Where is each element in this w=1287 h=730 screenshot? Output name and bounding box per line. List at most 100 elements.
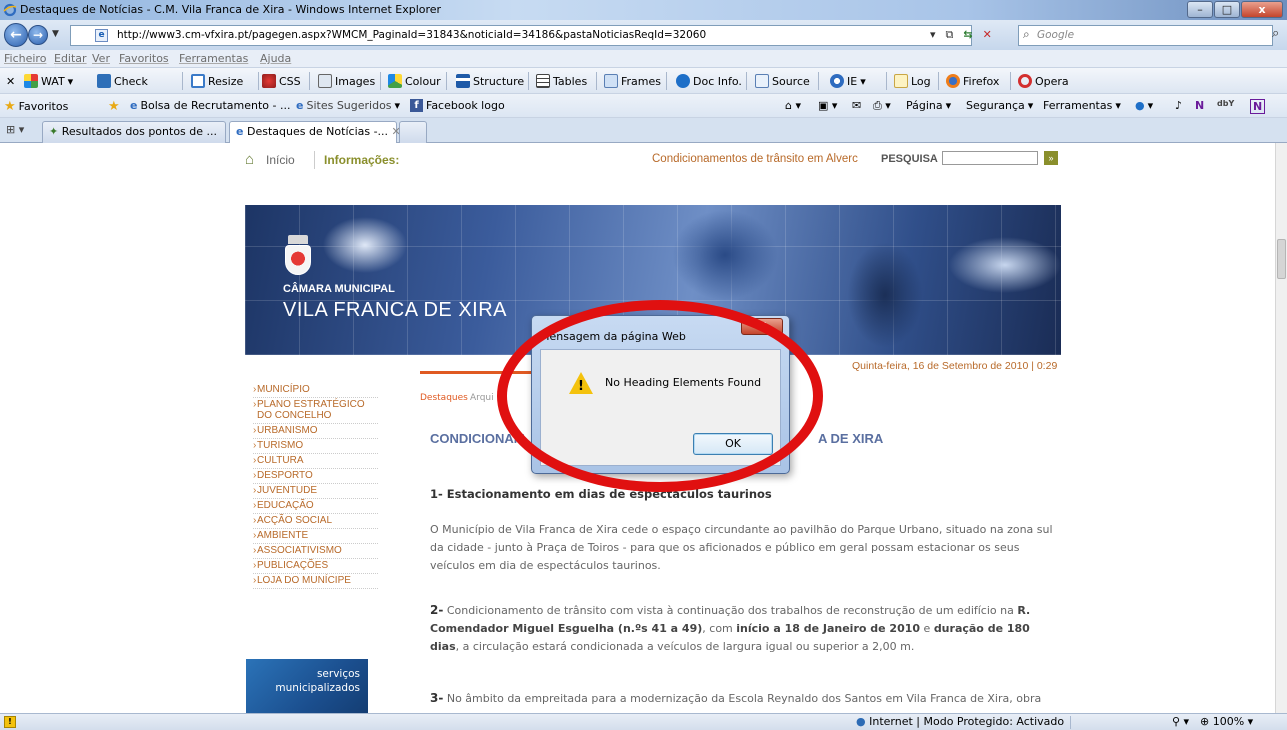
- opera-button[interactable]: Opera: [1018, 73, 1069, 89]
- wat-toolbar-close-icon[interactable]: ✕: [6, 73, 15, 89]
- address-bar[interactable]: e http://www3.cm-vfxira.pt/pagegen.aspx?…: [70, 25, 972, 46]
- favorite-link-bolsa[interactable]: e Bolsa de Recrutamento - ...: [130, 99, 290, 112]
- current-date: Quinta-feira, 16 de Setembro de 2010 | 0…: [852, 360, 1058, 372]
- addon-icon[interactable]: ♪: [1175, 99, 1182, 112]
- tab-destaques-content[interactable]: Destaques: [420, 393, 468, 403]
- vertical-scrollbar[interactable]: [1275, 143, 1287, 713]
- compatibility-view-icon[interactable]: ⧉: [946, 28, 954, 42]
- site-search-input[interactable]: [942, 151, 1038, 165]
- favorites-button[interactable]: ★ Favoritos: [4, 99, 68, 114]
- tables-icon: [536, 74, 550, 88]
- search-icon[interactable]: ⌕: [1272, 26, 1279, 41]
- recent-pages-dropdown[interactable]: ▼: [52, 29, 59, 39]
- back-button[interactable]: ←: [4, 23, 28, 47]
- refresh-icon[interactable]: ⇆: [963, 28, 972, 42]
- maximize-button[interactable]: □: [1214, 1, 1240, 18]
- home-icon[interactable]: ⌂: [245, 151, 254, 168]
- firefox-button[interactable]: Firefox: [946, 73, 999, 89]
- nav-item-plano-estrategico[interactable]: PLANO ESTRATÉGICO DO CONCELHO: [253, 398, 378, 424]
- dialog-close-button[interactable]: X: [741, 318, 783, 335]
- nav-item-ambiente[interactable]: AMBIENTE: [253, 529, 378, 544]
- resize-button[interactable]: Resize: [191, 73, 243, 89]
- favorites-bar: ★ Favoritos ★ e Bolsa de Recrutamento - …: [0, 94, 1287, 118]
- add-favorite-icon[interactable]: ★: [108, 99, 120, 114]
- favorite-link-sites-sugeridos[interactable]: e Sites Sugeridos ▾: [296, 99, 400, 112]
- home-command-icon[interactable]: ⌂ ▾: [785, 99, 801, 112]
- menu-editar[interactable]: Editar: [54, 52, 87, 65]
- tab-destaques[interactable]: e Destaques de Notícias -... ✕: [229, 121, 401, 144]
- tables-button[interactable]: Tables: [536, 73, 587, 89]
- news-ticker[interactable]: Condicionamentos de trânsito em Alverc: [652, 153, 858, 165]
- nav-item-desporto[interactable]: DESPORTO: [253, 469, 378, 484]
- feeds-icon[interactable]: ▣ ▾: [818, 99, 837, 112]
- menu-ferramentas[interactable]: Ferramentas: [179, 52, 248, 65]
- css-icon: [262, 74, 276, 88]
- tab-resultados[interactable]: ✦ Resultados dos pontos de ...: [42, 121, 226, 143]
- tab-arquivo-content[interactable]: Arqui: [470, 393, 494, 403]
- menu-ver[interactable]: Ver: [92, 52, 110, 65]
- forward-button[interactable]: →: [28, 25, 48, 45]
- colour-button[interactable]: Colour: [388, 73, 441, 89]
- nav-item-turismo[interactable]: TURISMO: [253, 439, 378, 454]
- web-page: ⌂ Início Informações: Condicionamentos d…: [0, 143, 1275, 713]
- source-button[interactable]: Source: [755, 73, 810, 89]
- stop-icon[interactable]: ✕: [983, 28, 992, 42]
- addon-dby-icon[interactable]: dbY: [1217, 99, 1234, 108]
- source-icon: [755, 74, 769, 88]
- address-dropdown-icon[interactable]: ▾: [930, 28, 936, 42]
- nav-item-educacao[interactable]: EDUCAÇÃO: [253, 499, 378, 514]
- addon-n2-icon[interactable]: N: [1250, 99, 1266, 114]
- nav-item-municipio[interactable]: MUNICÍPIO: [253, 383, 378, 398]
- ie-button[interactable]: IE ▾: [830, 73, 866, 89]
- frames-button[interactable]: Frames: [604, 73, 661, 89]
- check-button[interactable]: Check: [97, 73, 148, 89]
- help-icon[interactable]: ● ▾: [1135, 99, 1153, 112]
- images-button[interactable]: Images: [318, 73, 375, 89]
- addon-n-icon[interactable]: N: [1195, 99, 1204, 112]
- zoom-level[interactable]: ⊕ 100% ▾: [1200, 715, 1253, 728]
- nav-item-urbanismo[interactable]: URBANISMO: [253, 424, 378, 439]
- wat-icon: [24, 74, 38, 88]
- log-button[interactable]: Log: [894, 73, 931, 89]
- menu-favoritos[interactable]: Favoritos: [119, 52, 169, 65]
- servicos-municipalizados-banner[interactable]: serviços municipalizados: [246, 659, 368, 713]
- print-icon[interactable]: ⎙ ▾: [873, 99, 891, 113]
- doc-info-button[interactable]: Doc Info.: [676, 73, 742, 89]
- menu-ficheiro[interactable]: Ficheiro: [4, 52, 46, 65]
- search-input[interactable]: ⌕ Google: [1018, 25, 1273, 46]
- nav-item-publicacoes[interactable]: PUBLICAÇÕES: [253, 559, 378, 574]
- css-button[interactable]: CSS: [262, 73, 301, 89]
- url-text: http://www3.cm-vfxira.pt/pagegen.aspx?WM…: [117, 29, 707, 41]
- nav-item-juventude[interactable]: JUVENTUDE: [253, 484, 378, 499]
- favorite-link-facebook[interactable]: f Facebook logo: [410, 99, 505, 112]
- nav-item-cultura[interactable]: CULTURA: [253, 454, 378, 469]
- wat-menu-button[interactable]: WAT ▾: [24, 73, 73, 89]
- security-zone[interactable]: ● Internet | Modo Protegido: Activado: [856, 715, 1064, 728]
- nav-item-associativismo[interactable]: ASSOCIATIVISMO: [253, 544, 378, 559]
- mail-icon[interactable]: ✉: [852, 99, 861, 112]
- scrollbar-thumb[interactable]: [1277, 239, 1286, 279]
- page-menu-button[interactable]: Página ▾: [906, 99, 951, 112]
- info-icon: [676, 74, 690, 88]
- site-search-button[interactable]: »: [1044, 151, 1058, 165]
- site-left-nav: MUNICÍPIO PLANO ESTRATÉGICO DO CONCELHO …: [253, 383, 378, 589]
- structure-icon: [456, 74, 470, 88]
- nav-item-loja-municipe[interactable]: LOJA DO MUNÍCIPE: [253, 574, 378, 589]
- home-link[interactable]: Início: [266, 153, 295, 167]
- article-paragraph-1: O Município de Vila Franca de Xira cede …: [430, 523, 1053, 572]
- structure-button[interactable]: Structure: [456, 73, 524, 89]
- nav-item-accao-social[interactable]: ACÇÃO SOCIAL: [253, 514, 378, 529]
- minimize-button[interactable]: –: [1187, 1, 1213, 18]
- crest-crown: [288, 235, 308, 244]
- images-icon: [318, 74, 332, 88]
- tools-menu-button[interactable]: Ferramentas ▾: [1043, 99, 1121, 112]
- popup-blocker-icon[interactable]: ⚲ ▾: [1172, 715, 1189, 728]
- article-heading-tail: A DE XIRA: [818, 431, 884, 446]
- new-tab-button[interactable]: [399, 121, 427, 143]
- quick-tabs-icon[interactable]: ⊞ ▾: [6, 123, 24, 136]
- safety-menu-button[interactable]: Segurança ▾: [966, 99, 1033, 112]
- close-window-button[interactable]: x: [1241, 1, 1283, 18]
- ok-button[interactable]: OK: [693, 433, 773, 455]
- page-error-icon[interactable]: !: [4, 716, 16, 728]
- menu-ajuda[interactable]: Ajuda: [260, 52, 291, 65]
